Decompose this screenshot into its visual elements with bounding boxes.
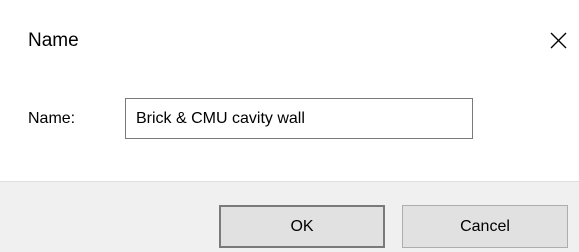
close-icon: [550, 32, 567, 49]
title-bar: Name: [0, 0, 579, 80]
name-input[interactable]: [125, 98, 473, 139]
dialog-content: Name:: [0, 80, 579, 181]
close-button[interactable]: [537, 20, 579, 60]
ok-button[interactable]: OK: [219, 205, 385, 248]
cancel-button[interactable]: Cancel: [402, 205, 568, 248]
name-label: Name:: [28, 110, 76, 127]
button-bar: OK Cancel: [0, 182, 579, 252]
dialog-title: Name: [28, 30, 79, 51]
name-dialog: Name Name: OK Cancel: [0, 0, 579, 252]
